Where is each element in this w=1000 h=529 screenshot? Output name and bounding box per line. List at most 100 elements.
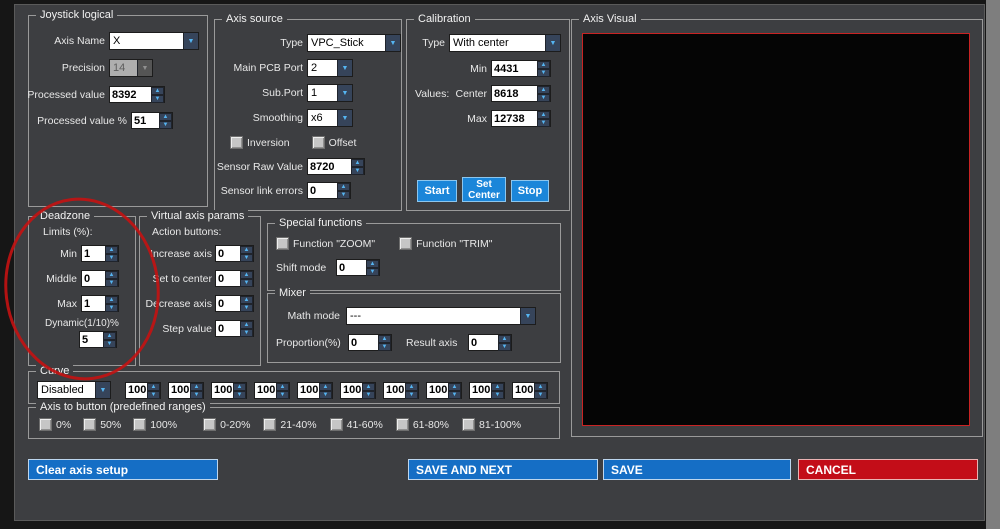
spinner-value-field[interactable]: 100: [212, 382, 233, 398]
spinner-up-button[interactable]: ▲: [276, 382, 289, 391]
spinner-up-button[interactable]: ▲: [105, 271, 118, 279]
dropdown-arrow-icon[interactable]: ▼: [385, 35, 400, 51]
dropdown-arrow-icon[interactable]: ▼: [545, 35, 560, 51]
spinner-value-field[interactable]: 4431: [492, 61, 537, 76]
sensor-link-errors-spinner[interactable]: 0 ▲ ▼: [307, 182, 351, 199]
spinner-value-field[interactable]: 8618: [492, 86, 537, 101]
spinner-down-button[interactable]: ▼: [498, 343, 511, 351]
spinner-down-button[interactable]: ▼: [491, 390, 504, 399]
spinner-value-field[interactable]: 100: [255, 382, 276, 398]
range-checkbox-0-20[interactable]: 0-20%: [203, 418, 250, 431]
decrease-axis-spinner[interactable]: 0 ▲ ▼: [215, 295, 254, 312]
spinner-value-field[interactable]: 1: [82, 296, 105, 311]
spinner-down-button[interactable]: ▼: [105, 279, 118, 287]
processed-value-spinner[interactable]: 8392 ▲ ▼: [109, 86, 165, 103]
spinner-value-field[interactable]: 100: [513, 382, 534, 398]
dropdown-arrow-icon[interactable]: ▼: [183, 33, 198, 49]
spinner-down-button[interactable]: ▼: [378, 343, 391, 351]
curve-point-spinner[interactable]: 100 ▲ ▼: [211, 381, 247, 399]
spinner-down-button[interactable]: ▼: [276, 390, 289, 399]
spinner-down-button[interactable]: ▼: [190, 390, 203, 399]
spinner-up-button[interactable]: ▲: [378, 335, 391, 343]
calibration-max-spinner[interactable]: 12738 ▲ ▼: [491, 110, 551, 127]
spinner-down-button[interactable]: ▼: [351, 167, 364, 175]
spinner-up-button[interactable]: ▲: [337, 183, 350, 191]
spinner-down-button[interactable]: ▼: [103, 340, 116, 348]
spinner-up-button[interactable]: ▲: [240, 321, 253, 329]
range-checkbox-0pct[interactable]: 0%: [39, 418, 71, 431]
spinner-value-field[interactable]: 5: [80, 332, 103, 347]
result-axis-spinner[interactable]: 0 ▲ ▼: [468, 334, 512, 351]
spinner-value-field[interactable]: 51: [132, 113, 159, 128]
spinner-value-field[interactable]: 0: [216, 246, 240, 261]
processed-value-pct-spinner[interactable]: 51 ▲ ▼: [131, 112, 173, 129]
sensor-raw-value-spinner[interactable]: 8720 ▲ ▼: [307, 158, 365, 175]
spinner-up-button[interactable]: ▲: [534, 382, 547, 391]
spinner-up-button[interactable]: ▲: [103, 332, 116, 340]
shift-mode-spinner[interactable]: 0 ▲ ▼: [336, 259, 380, 276]
curve-point-spinner[interactable]: 100 ▲ ▼: [426, 381, 462, 399]
spinner-down-button[interactable]: ▼: [448, 390, 461, 399]
spinner-value-field[interactable]: 0: [308, 183, 337, 198]
spinner-up-button[interactable]: ▲: [105, 296, 118, 304]
spinner-value-field[interactable]: 100: [169, 382, 190, 398]
spinner-down-button[interactable]: ▼: [366, 268, 379, 276]
spinner-down-button[interactable]: ▼: [534, 390, 547, 399]
spinner-value-field[interactable]: 100: [126, 382, 147, 398]
spinner-up-button[interactable]: ▲: [362, 382, 375, 391]
range-checkbox-61-80[interactable]: 61-80%: [395, 418, 449, 431]
spinner-up-button[interactable]: ▲: [537, 86, 550, 94]
spinner-down-button[interactable]: ▼: [537, 94, 550, 102]
curve-point-spinner[interactable]: 100 ▲ ▼: [469, 381, 505, 399]
curve-point-spinner[interactable]: 100 ▲ ▼: [512, 381, 548, 399]
spinner-up-button[interactable]: ▲: [147, 382, 160, 391]
function-trim-checkbox[interactable]: Function "TRIM": [399, 237, 492, 250]
spinner-up-button[interactable]: ▲: [105, 246, 118, 254]
spinner-up-button[interactable]: ▲: [498, 335, 511, 343]
deadzone-middle-spinner[interactable]: 0 ▲ ▼: [81, 270, 119, 287]
spinner-up-button[interactable]: ▲: [537, 111, 550, 119]
increase-axis-spinner[interactable]: 0 ▲ ▼: [215, 245, 254, 262]
spinner-up-button[interactable]: ▲: [240, 271, 253, 279]
inversion-checkbox[interactable]: Inversion: [230, 136, 290, 149]
curve-point-spinner[interactable]: 100 ▲ ▼: [125, 381, 161, 399]
spinner-down-button[interactable]: ▼: [151, 95, 164, 103]
range-checkbox-50pct[interactable]: 50%: [83, 418, 121, 431]
save-and-next-button[interactable]: SAVE AND NEXT: [408, 459, 598, 480]
function-zoom-checkbox[interactable]: Function "ZOOM": [276, 237, 375, 250]
spinner-up-button[interactable]: ▲: [491, 382, 504, 391]
curve-mode-select[interactable]: Disabled ▼: [37, 381, 111, 399]
spinner-down-button[interactable]: ▼: [240, 329, 253, 337]
spinner-up-button[interactable]: ▲: [240, 296, 253, 304]
range-checkbox-81-100[interactable]: 81-100%: [462, 418, 521, 431]
spinner-value-field[interactable]: 100: [298, 382, 319, 398]
range-checkbox-21-40[interactable]: 21-40%: [263, 418, 317, 431]
source-type-select[interactable]: VPC_Stick ▼: [307, 34, 401, 52]
stop-button[interactable]: Stop: [511, 180, 549, 202]
spinner-down-button[interactable]: ▼: [159, 121, 172, 129]
spinner-value-field[interactable]: 0: [216, 296, 240, 311]
spinner-up-button[interactable]: ▲: [405, 382, 418, 391]
dropdown-arrow-icon[interactable]: ▼: [337, 60, 352, 76]
spinner-value-field[interactable]: 0: [82, 271, 105, 286]
spinner-down-button[interactable]: ▼: [105, 254, 118, 262]
deadzone-max-spinner[interactable]: 1 ▲ ▼: [81, 295, 119, 312]
calibration-min-spinner[interactable]: 4431 ▲ ▼: [491, 60, 551, 77]
math-mode-select[interactable]: --- ▼: [346, 307, 536, 325]
spinner-down-button[interactable]: ▼: [240, 254, 253, 262]
spinner-up-button[interactable]: ▲: [351, 159, 364, 167]
sub-port-select[interactable]: 1 ▼: [307, 84, 353, 102]
spinner-down-button[interactable]: ▼: [537, 119, 550, 127]
spinner-down-button[interactable]: ▼: [147, 390, 160, 399]
spinner-value-field[interactable]: 1: [82, 246, 105, 261]
spinner-value-field[interactable]: 0: [469, 335, 498, 350]
dropdown-arrow-icon[interactable]: ▼: [137, 60, 152, 76]
spinner-value-field[interactable]: 100: [384, 382, 405, 398]
dropdown-arrow-icon[interactable]: ▼: [95, 382, 110, 398]
curve-point-spinner[interactable]: 100 ▲ ▼: [383, 381, 419, 399]
smoothing-select[interactable]: x6 ▼: [307, 109, 353, 127]
spinner-down-button[interactable]: ▼: [319, 390, 332, 399]
spinner-up-button[interactable]: ▲: [240, 246, 253, 254]
spinner-down-button[interactable]: ▼: [105, 304, 118, 312]
spinner-down-button[interactable]: ▼: [233, 390, 246, 399]
